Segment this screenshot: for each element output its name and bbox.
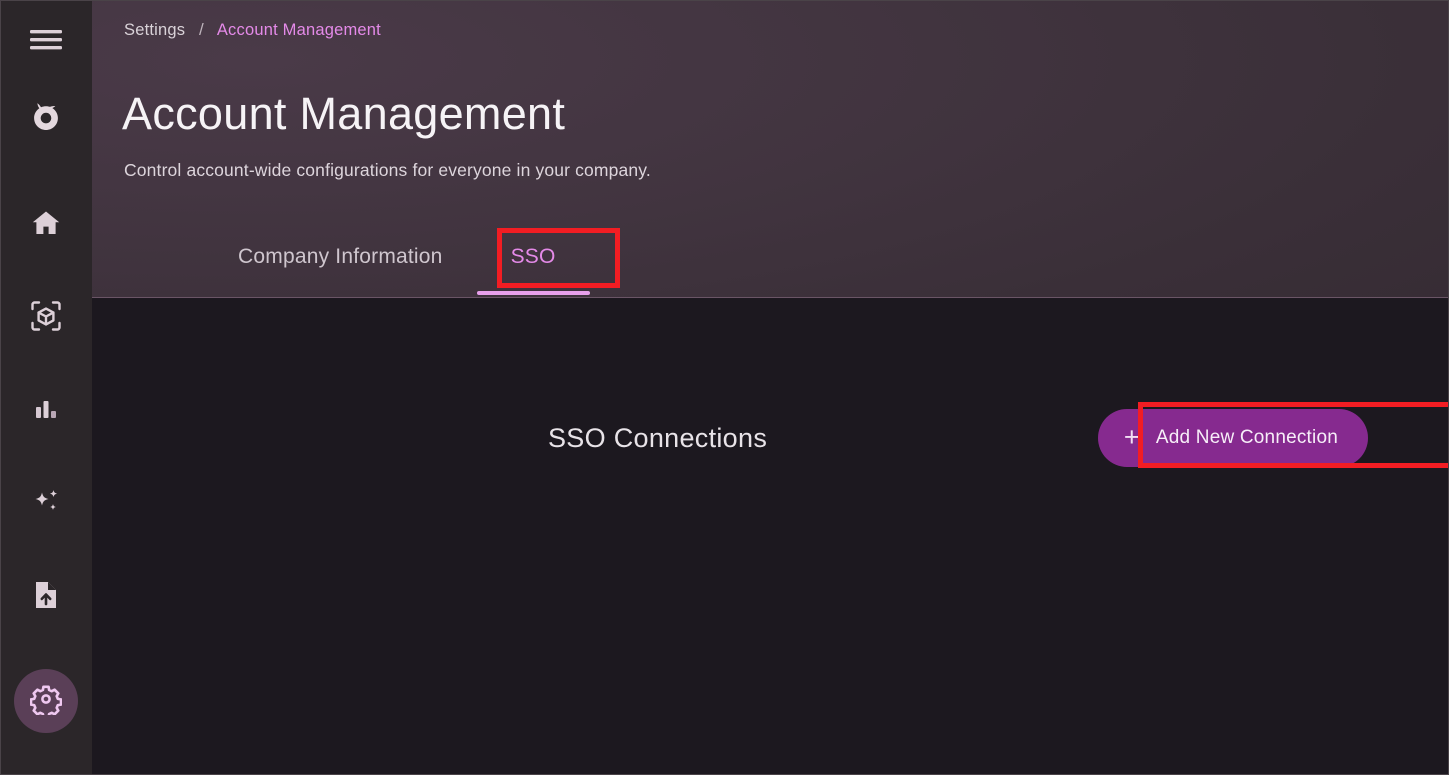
- sidebar-item-settings[interactable]: [14, 669, 78, 733]
- cube-scan-icon: [29, 299, 63, 333]
- add-connection-button[interactable]: + Add New Connection: [1098, 409, 1368, 467]
- bar-chart-icon: [31, 394, 61, 424]
- add-connection-button-label: Add New Connection: [1156, 427, 1338, 449]
- page-subtitle: Control account-wide configurations for …: [124, 160, 651, 181]
- main-region: Settings / Account Management Account Ma…: [92, 0, 1449, 775]
- breadcrumb-current[interactable]: Account Management: [217, 21, 381, 39]
- tab-sso[interactable]: SSO: [477, 246, 590, 297]
- breadcrumb-separator: /: [199, 20, 204, 39]
- sidebar-item-models[interactable]: [0, 269, 92, 362]
- home-icon: [30, 207, 62, 239]
- sidebar-nav-group: [0, 176, 92, 641]
- sidebar-item-upload[interactable]: [0, 548, 92, 641]
- gear-icon: [30, 683, 62, 720]
- sidebar-item-home[interactable]: [0, 176, 92, 269]
- tab-company-information[interactable]: Company Information: [204, 246, 477, 297]
- sparkles-icon: [29, 485, 63, 519]
- page-header: Settings / Account Management Account Ma…: [92, 0, 1449, 298]
- tab-bar: Company Information SSO: [204, 246, 590, 297]
- hamburger-menu-icon: [29, 29, 63, 51]
- tab-panel-sso: SSO Connections + Add New Connection: [92, 298, 1449, 775]
- sso-connections-heading: SSO Connections: [548, 423, 767, 454]
- app-logo-icon: [26, 98, 66, 138]
- app-logo-button[interactable]: [0, 90, 92, 146]
- breadcrumb-parent[interactable]: Settings: [124, 21, 185, 39]
- sidebar-item-analytics[interactable]: [0, 362, 92, 455]
- left-sidebar: [0, 0, 92, 775]
- sso-connections-section: SSO Connections + Add New Connection: [548, 398, 1368, 478]
- breadcrumb: Settings / Account Management: [124, 20, 381, 40]
- page-title: Account Management: [122, 88, 565, 140]
- sidebar-item-ai[interactable]: [0, 455, 92, 548]
- plus-icon: +: [1124, 424, 1140, 451]
- hamburger-menu-button[interactable]: [0, 12, 92, 68]
- file-upload-icon: [31, 579, 61, 611]
- app-window: Settings / Account Management Account Ma…: [0, 0, 1449, 775]
